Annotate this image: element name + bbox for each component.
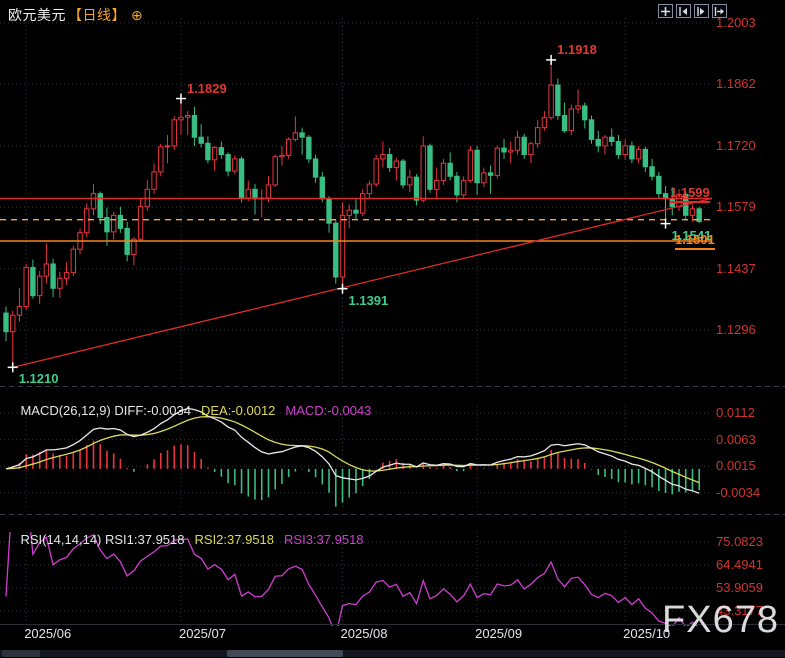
chart-app: 欧元美元【日线】 ⊕ MACD(26,12,9) DIFF:-0.0034 DEA:… [0,0,785,658]
move-icon [660,6,671,17]
rsi1-value: RSI(14,14,14) RSI1:37.9518 [20,532,184,547]
support-price-label: 1.1501 [675,232,715,250]
extreme-label: 1.1829 [187,81,227,96]
rsi-header: RSI(14,14,14) RSI1:37.9518 RSI2:37.9518 RS… [6,517,364,562]
compress-right-button[interactable] [694,4,709,18]
rsi3-value: RSI3:37.9518 [284,532,364,547]
extreme-label: 1.1918 [557,42,597,57]
resistance-price-label: 1.1599 [670,185,710,203]
macd-tick-label: -0.0034 [716,485,760,500]
scrollbar-thumb[interactable] [227,650,343,657]
compress-right-icon [696,6,707,17]
watermark: FX678 [662,599,779,642]
macd-macd-value: MACD:-0.0043 [285,403,371,418]
scrollbar-segment [2,650,40,657]
price-tick-label: 1.1720 [716,138,756,153]
extreme-label: 1.1391 [349,293,389,308]
exit-right-icon [714,6,725,17]
macd-tick-label: 0.0112 [716,405,755,420]
date-label: 2025/07 [179,626,226,641]
compress-left-button[interactable] [676,4,691,18]
rsi-tick-label: 64.4941 [716,557,763,572]
macd-tick-label: 0.0063 [716,432,756,447]
move-chart-button[interactable] [658,4,673,18]
date-label: 2025/08 [341,626,388,641]
timeframe-label: 【日线】 [68,7,126,23]
price-tick-label: 1.1296 [716,322,756,337]
macd-header: MACD(26,12,9) DIFF:-0.0034 DEA:-0.0012 MAC… [6,388,371,433]
rsi2-value: RSI2:37.9518 [195,532,275,547]
restore-view-button[interactable] [712,4,727,18]
date-label: 2025/09 [475,626,522,641]
rsi-tick-label: 53.9059 [716,580,763,595]
price-tick-label: 1.1579 [716,199,756,214]
price-tick-label: 1.1437 [716,261,756,276]
scrollbar-track[interactable] [0,650,785,657]
chart-toolbar [658,4,727,18]
chart-title: 欧元美元【日线】 ⊕ [8,5,143,25]
compress-left-icon [678,6,689,17]
macd-tick-label: 0.0015 [716,458,756,473]
macd-dea-value: DEA:-0.0012 [201,403,275,418]
price-tick-label: 1.1862 [716,76,756,91]
symbol-name: 欧元美元 [8,7,66,23]
date-label: 2025/06 [24,626,71,641]
macd-diff-value: MACD(26,12,9) DIFF:-0.0034 [20,403,191,418]
add-indicator-icon[interactable]: ⊕ [131,7,143,23]
rsi-tick-label: 75.0823 [716,534,763,549]
extreme-label: 1.1210 [19,371,59,386]
